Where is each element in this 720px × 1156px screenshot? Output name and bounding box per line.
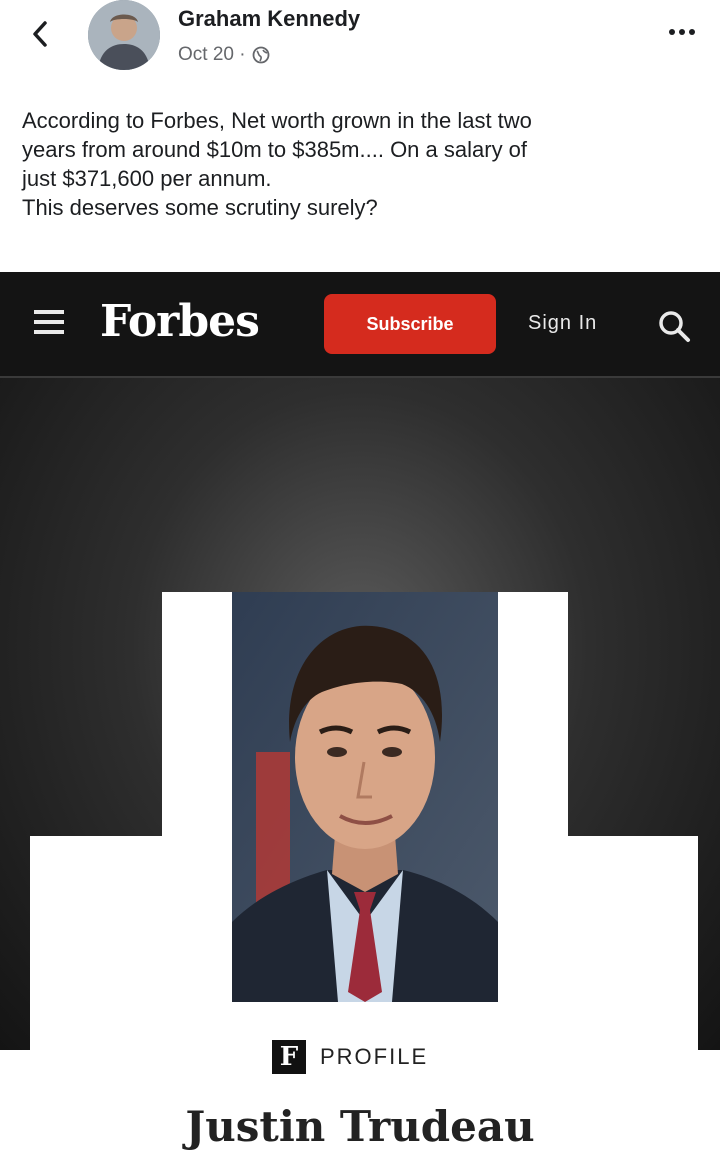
- avatar[interactable]: [88, 0, 160, 70]
- profile-hero: F PROFILE Justin Trudeau: [0, 378, 720, 1156]
- hamburger-menu-icon: [34, 310, 64, 334]
- sign-in-link: Sign In: [528, 312, 598, 334]
- post-text-line: just $371,600 per annum.: [22, 166, 272, 191]
- more-options-dot: [689, 29, 695, 35]
- globe-icon: [252, 46, 269, 64]
- post-text: According to Forbes, Net worth grown in …: [22, 106, 702, 222]
- profile-label: PROFILE: [320, 1044, 429, 1069]
- more-options-dot: [679, 29, 685, 35]
- post-text-line: According to Forbes, Net worth grown in …: [22, 108, 532, 133]
- more-options-button[interactable]: [664, 20, 700, 44]
- attached-image[interactable]: Forbes Subscribe Sign In F PROFILE Justi…: [0, 272, 720, 1156]
- post-text-line: This deserves some scrutiny surely?: [22, 195, 378, 220]
- back-button[interactable]: [26, 18, 54, 50]
- forbes-nav-bar: Forbes Subscribe Sign In: [0, 272, 720, 378]
- photo-frame-left: [162, 592, 232, 1002]
- more-options-icon: [669, 29, 675, 35]
- forbes-logo: Forbes: [100, 296, 260, 347]
- author-name[interactable]: Graham Kennedy: [178, 6, 360, 32]
- subscribe-button: Subscribe: [324, 294, 496, 354]
- profile-photo: [232, 592, 498, 1002]
- search-icon: [659, 311, 690, 342]
- forbes-badge-icon: F: [272, 1040, 306, 1074]
- photo-frame-right: [498, 592, 568, 1002]
- post-header: Graham Kennedy Oct 20 ·: [0, 0, 720, 90]
- post-text-line: years from around $10m to $385m.... On a…: [22, 137, 528, 162]
- profile-label-row: F PROFILE: [272, 1040, 428, 1074]
- post-meta: Oct 20 ·: [178, 44, 270, 66]
- profile-name: Justin Trudeau: [185, 1102, 535, 1151]
- post-date[interactable]: Oct 20 ·: [178, 44, 246, 66]
- chevron-left-icon: [33, 21, 47, 47]
